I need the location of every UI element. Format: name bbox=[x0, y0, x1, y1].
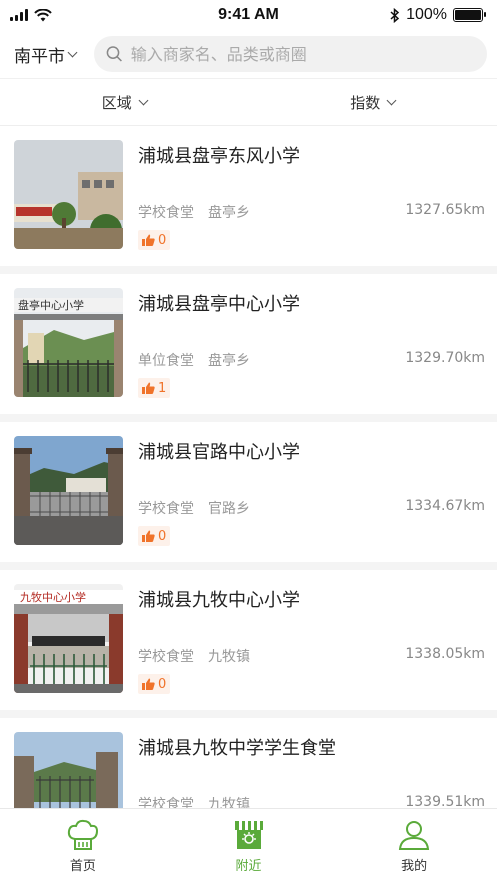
filter-index[interactable]: 指数 bbox=[249, 79, 497, 125]
chef-hat-icon bbox=[67, 819, 98, 850]
like-count: 0 bbox=[158, 528, 167, 544]
canteen-category: 单位食堂 bbox=[138, 353, 194, 369]
canteen-area: 官路乡 bbox=[208, 501, 250, 517]
tab-bar: 首页 附近 我的 bbox=[0, 808, 497, 883]
canteen-name: 浦城县官路中心小学 bbox=[138, 442, 300, 463]
tab-nearby-label: 附近 bbox=[235, 859, 262, 874]
canteen-distance: 1329.70km bbox=[405, 350, 485, 366]
battery-percent: 100% bbox=[406, 6, 447, 23]
thumbs-up-icon bbox=[142, 234, 155, 246]
canteen-distance: 1334.67km bbox=[405, 498, 485, 514]
filter-region[interactable]: 区域 bbox=[0, 79, 249, 125]
status-time: 9:41 AM bbox=[218, 6, 279, 23]
like-badge[interactable]: 1 bbox=[138, 378, 171, 398]
tab-nearby[interactable]: 附近 bbox=[166, 809, 332, 883]
tab-mine[interactable]: 我的 bbox=[331, 809, 497, 883]
canteen-photo bbox=[14, 732, 123, 808]
canteen-name: 浦城县盘亭东风小学 bbox=[138, 146, 300, 167]
canteen-photo: 九牧中心小学 bbox=[14, 584, 123, 693]
canteen-list: 浦城县盘亭东风小学 学校食堂 盘亭乡 1327.65km 0 盘亭中心小学 浦城… bbox=[0, 126, 497, 808]
svg-text:盘亭中心小学: 盘亭中心小学 bbox=[18, 298, 84, 312]
user-icon bbox=[399, 821, 430, 850]
canteen-area: 盘亭乡 bbox=[208, 205, 250, 221]
city-label: 南平市 bbox=[14, 46, 65, 67]
store-icon bbox=[234, 821, 263, 849]
search-header: 南平市 bbox=[0, 30, 497, 78]
list-item[interactable]: 浦城县九牧中学学生食堂 学校食堂 九牧镇 1339.51km bbox=[0, 718, 497, 808]
canteen-distance: 1327.65km bbox=[405, 202, 485, 218]
like-badge[interactable]: 0 bbox=[138, 230, 171, 250]
canteen-category: 学校食堂 bbox=[138, 797, 194, 808]
like-badge[interactable]: 0 bbox=[138, 674, 171, 694]
list-item[interactable]: 盘亭中心小学 浦城县盘亭中心小学 单位食堂 盘亭乡 1329.70km 1 bbox=[0, 274, 497, 422]
canteen-area: 九牧镇 bbox=[208, 649, 250, 665]
cellular-signal-icon bbox=[10, 9, 28, 21]
tab-home-label: 首页 bbox=[69, 859, 96, 874]
canteen-area: 九牧镇 bbox=[208, 797, 250, 808]
list-item[interactable]: 九牧中心小学 浦城县九牧中心小学 学校食堂 九牧镇 1338.05km 0 bbox=[0, 570, 497, 718]
canteen-category: 学校食堂 bbox=[138, 649, 194, 665]
list-item[interactable]: 浦城县盘亭东风小学 学校食堂 盘亭乡 1327.65km 0 bbox=[0, 126, 497, 274]
filter-index-label: 指数 bbox=[350, 93, 381, 112]
tab-home[interactable]: 首页 bbox=[0, 809, 166, 883]
canteen-photo: 盘亭中心小学 bbox=[14, 288, 123, 397]
filter-region-label: 区域 bbox=[101, 93, 132, 112]
svg-text:九牧中心小学: 九牧中心小学 bbox=[20, 590, 86, 604]
canteen-name: 浦城县九牧中学学生食堂 bbox=[138, 738, 336, 759]
canteen-name: 浦城县九牧中心小学 bbox=[138, 590, 300, 611]
like-count: 0 bbox=[158, 676, 167, 692]
canteen-category: 学校食堂 bbox=[138, 205, 194, 221]
tab-mine-label: 我的 bbox=[401, 859, 428, 874]
canteen-distance: 1338.05km bbox=[405, 646, 485, 662]
thumbs-up-icon bbox=[142, 678, 155, 690]
like-count: 0 bbox=[158, 232, 167, 248]
canteen-photo bbox=[14, 436, 123, 545]
battery-icon bbox=[453, 8, 486, 22]
chevron-down-icon bbox=[138, 95, 149, 105]
thumbs-up-icon bbox=[142, 382, 155, 394]
bluetooth-icon bbox=[390, 7, 400, 23]
like-count: 1 bbox=[158, 380, 167, 396]
search-icon bbox=[106, 46, 122, 62]
canteen-category: 学校食堂 bbox=[138, 501, 194, 517]
list-item[interactable]: 浦城县官路中心小学 学校食堂 官路乡 1334.67km 0 bbox=[0, 422, 497, 570]
status-bar: 9:41 AM 100% bbox=[0, 0, 497, 30]
like-badge[interactable]: 0 bbox=[138, 526, 171, 546]
canteen-area: 盘亭乡 bbox=[208, 353, 250, 369]
search-bar[interactable] bbox=[94, 36, 487, 72]
wifi-icon bbox=[34, 8, 52, 21]
filter-bar: 区域 指数 bbox=[0, 78, 497, 126]
search-input[interactable] bbox=[130, 44, 475, 64]
canteen-name: 浦城县盘亭中心小学 bbox=[138, 294, 300, 315]
chevron-down-icon bbox=[67, 47, 78, 57]
canteen-photo bbox=[14, 140, 123, 249]
thumbs-up-icon bbox=[142, 530, 155, 542]
city-selector[interactable]: 南平市 bbox=[14, 42, 94, 67]
canteen-distance: 1339.51km bbox=[405, 794, 485, 808]
chevron-down-icon bbox=[386, 95, 397, 105]
